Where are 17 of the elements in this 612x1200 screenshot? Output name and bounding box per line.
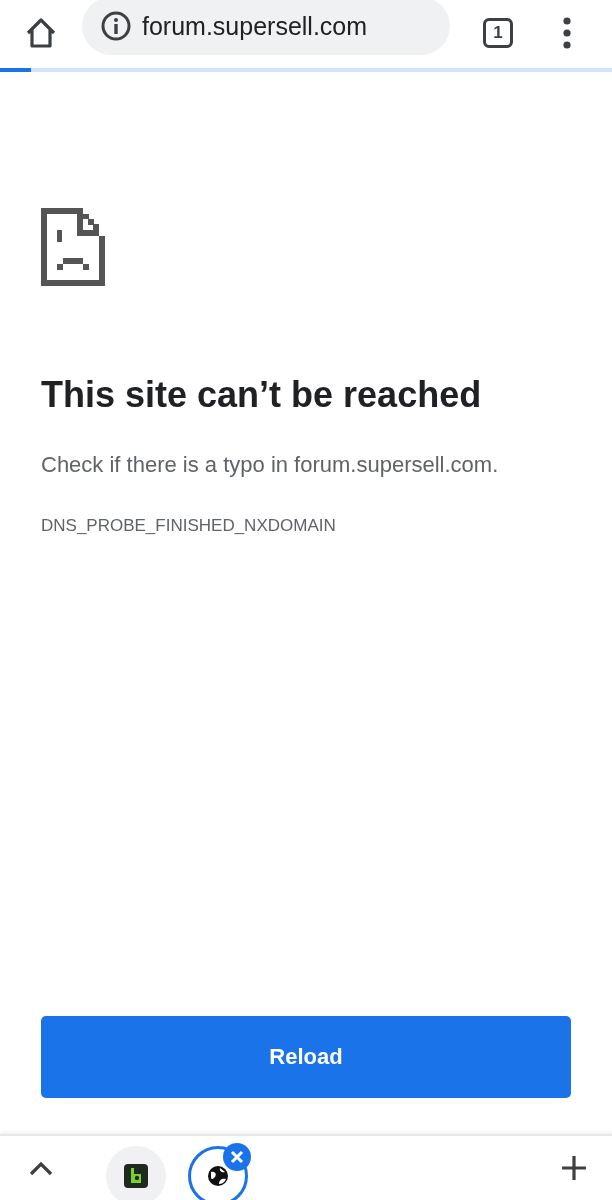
app-logo-icon bbox=[124, 1164, 148, 1188]
menu-icon[interactable] bbox=[563, 17, 571, 49]
error-title: This site can’t be reached bbox=[41, 374, 483, 416]
address-bar[interactable]: forum.supersell.com bbox=[82, 0, 450, 55]
tab-thumbnail[interactable] bbox=[106, 1146, 166, 1200]
info-icon[interactable] bbox=[100, 10, 132, 42]
globe-icon bbox=[207, 1165, 229, 1187]
close-icon[interactable] bbox=[223, 1143, 251, 1171]
plus-icon[interactable] bbox=[560, 1154, 588, 1182]
reload-button[interactable]: Reload bbox=[41, 1016, 571, 1098]
url-text: forum.supersell.com bbox=[142, 11, 368, 41]
sad-page-icon bbox=[41, 208, 105, 286]
home-icon[interactable] bbox=[24, 16, 58, 50]
error-message: Check if there is a typo in forum.supersell.com. bbox=[41, 452, 500, 478]
tab-switcher-button[interactable]: 1 bbox=[483, 18, 513, 48]
tab-thumbnail[interactable] bbox=[188, 1146, 248, 1200]
error-code: DNS_PROBE_FINISHED_NXDOMAIN bbox=[41, 516, 337, 536]
